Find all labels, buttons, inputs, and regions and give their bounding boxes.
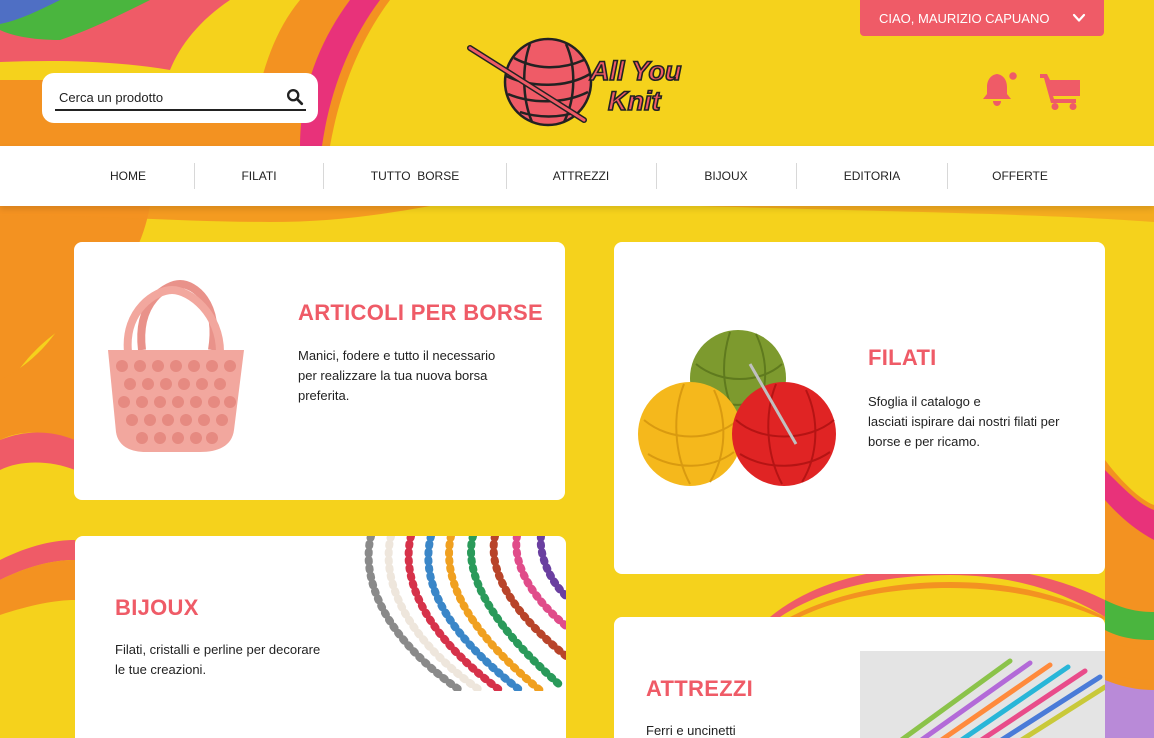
category-card-filati[interactable]: FILATI Sfoglia il catalogo e lasciati is…: [614, 242, 1105, 574]
category-card-attrezzi[interactable]: ATTREZZI Ferri e uncinetti: [614, 617, 1105, 738]
user-menu-button[interactable]: CIAO, MAURIZIO CAPUANO: [860, 0, 1104, 36]
nav-item-editoria[interactable]: EDITORIA: [817, 146, 927, 206]
nav-divider: [656, 163, 657, 189]
card-description: Sfoglia il catalogo e lasciati ispirare …: [868, 394, 1060, 449]
nav-divider: [947, 163, 948, 189]
nav-divider: [506, 163, 507, 189]
category-card-borse[interactable]: ARTICOLI PER BORSE Manici, fodere e tutt…: [74, 242, 565, 500]
nav-item-bijoux[interactable]: BIJOUX: [677, 146, 775, 206]
nav-item-filati[interactable]: FILATI: [215, 146, 303, 206]
card-title: ARTICOLI PER BORSE: [298, 300, 543, 325]
nav-item-offerte[interactable]: OFFERTE: [968, 146, 1072, 206]
bell-icon[interactable]: [980, 70, 1018, 108]
card-title: ATTREZZI: [646, 676, 754, 701]
cart-icon[interactable]: [1038, 70, 1082, 110]
category-card-bijoux[interactable]: BIJOUX Filati, cristalli e perline per d…: [75, 536, 566, 738]
search-icon[interactable]: [286, 88, 304, 106]
beads-image: [364, 536, 566, 691]
nav-divider: [194, 163, 195, 189]
card-title: BIJOUX: [115, 595, 199, 620]
main-navigation: HOME FILATI TUTTO BORSE ATTREZZI BIJOUX …: [0, 146, 1154, 206]
nav-divider: [796, 163, 797, 189]
card-title: FILATI: [868, 345, 937, 370]
crochet-hooks-image: [860, 651, 1105, 738]
search-input[interactable]: [55, 85, 306, 111]
user-greeting: CIAO, MAURIZIO CAPUANO: [879, 10, 1050, 26]
card-description: Filati, cristalli e perline per decorare…: [115, 642, 321, 677]
card-description: Manici, fodere e tutto il necessario per…: [298, 348, 496, 403]
nav-item-attrezzi[interactable]: ATTREZZI: [527, 146, 635, 206]
card-description: Ferri e uncinetti: [646, 723, 736, 738]
yarn-balls-image: [638, 330, 836, 486]
brand-logo[interactable]: All You Knit: [466, 36, 694, 128]
crochet-bag-image: [108, 280, 244, 452]
logo-text-line2: Knit: [608, 86, 661, 116]
nav-item-tutto-borse[interactable]: TUTTO BORSE: [344, 146, 486, 206]
header: All You Knit CIAO, MAURIZIO CAPUANO: [0, 0, 1154, 146]
nav-divider: [323, 163, 324, 189]
nav-item-home[interactable]: HOME: [84, 146, 172, 206]
logo-text-line1: All You: [589, 56, 682, 86]
chevron-down-icon: [1072, 13, 1086, 22]
notification-dot: [1007, 70, 1018, 82]
search-box: [42, 73, 318, 123]
